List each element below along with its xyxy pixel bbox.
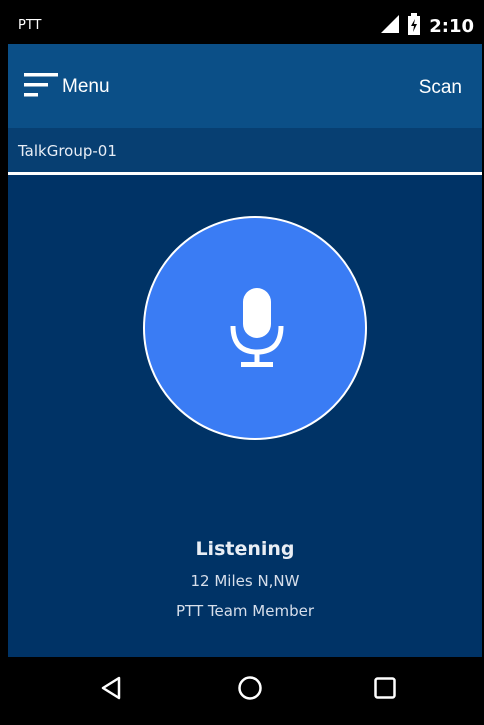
device-frame: PTT 2:10 Menu Scan TalkGroup-01 Listenin… [0,0,484,725]
status-distance: 12 Miles N,NW [190,572,300,590]
microphone-icon [217,288,297,372]
hamburger-menu-icon [24,70,58,104]
app-bar: Menu Scan [8,44,482,128]
home-button[interactable] [233,673,267,707]
menu-button[interactable]: Menu [24,72,110,102]
status-right-group: 2:10 [381,13,474,39]
recents-square-icon [373,676,397,704]
back-triangle-icon [100,676,122,704]
status-bar: PTT 2:10 [8,8,482,44]
status-time: 2:10 [429,15,474,37]
battery-charging-icon [407,13,421,39]
menu-label: Menu [62,76,110,97]
status-member: PTT Team Member [176,602,314,620]
status-title: Listening [195,538,295,560]
talkgroup-name: TalkGroup-01 [18,142,117,160]
status-app-label: PTT [18,18,42,33]
talkgroup-divider [8,172,482,175]
scan-button[interactable]: Scan [419,77,462,99]
app-screen: PTT 2:10 Menu Scan TalkGroup-01 Listenin… [8,8,482,722]
navigation-bar [8,657,482,722]
push-to-talk-button[interactable] [143,216,367,440]
home-circle-icon [237,675,263,705]
talkgroup-bar[interactable]: TalkGroup-01 [8,128,482,173]
listening-status: Listening 12 Miles N,NW PTT Team Member [8,538,482,620]
recents-button[interactable] [368,673,402,707]
signal-icon [381,15,400,37]
back-button[interactable] [94,673,128,707]
